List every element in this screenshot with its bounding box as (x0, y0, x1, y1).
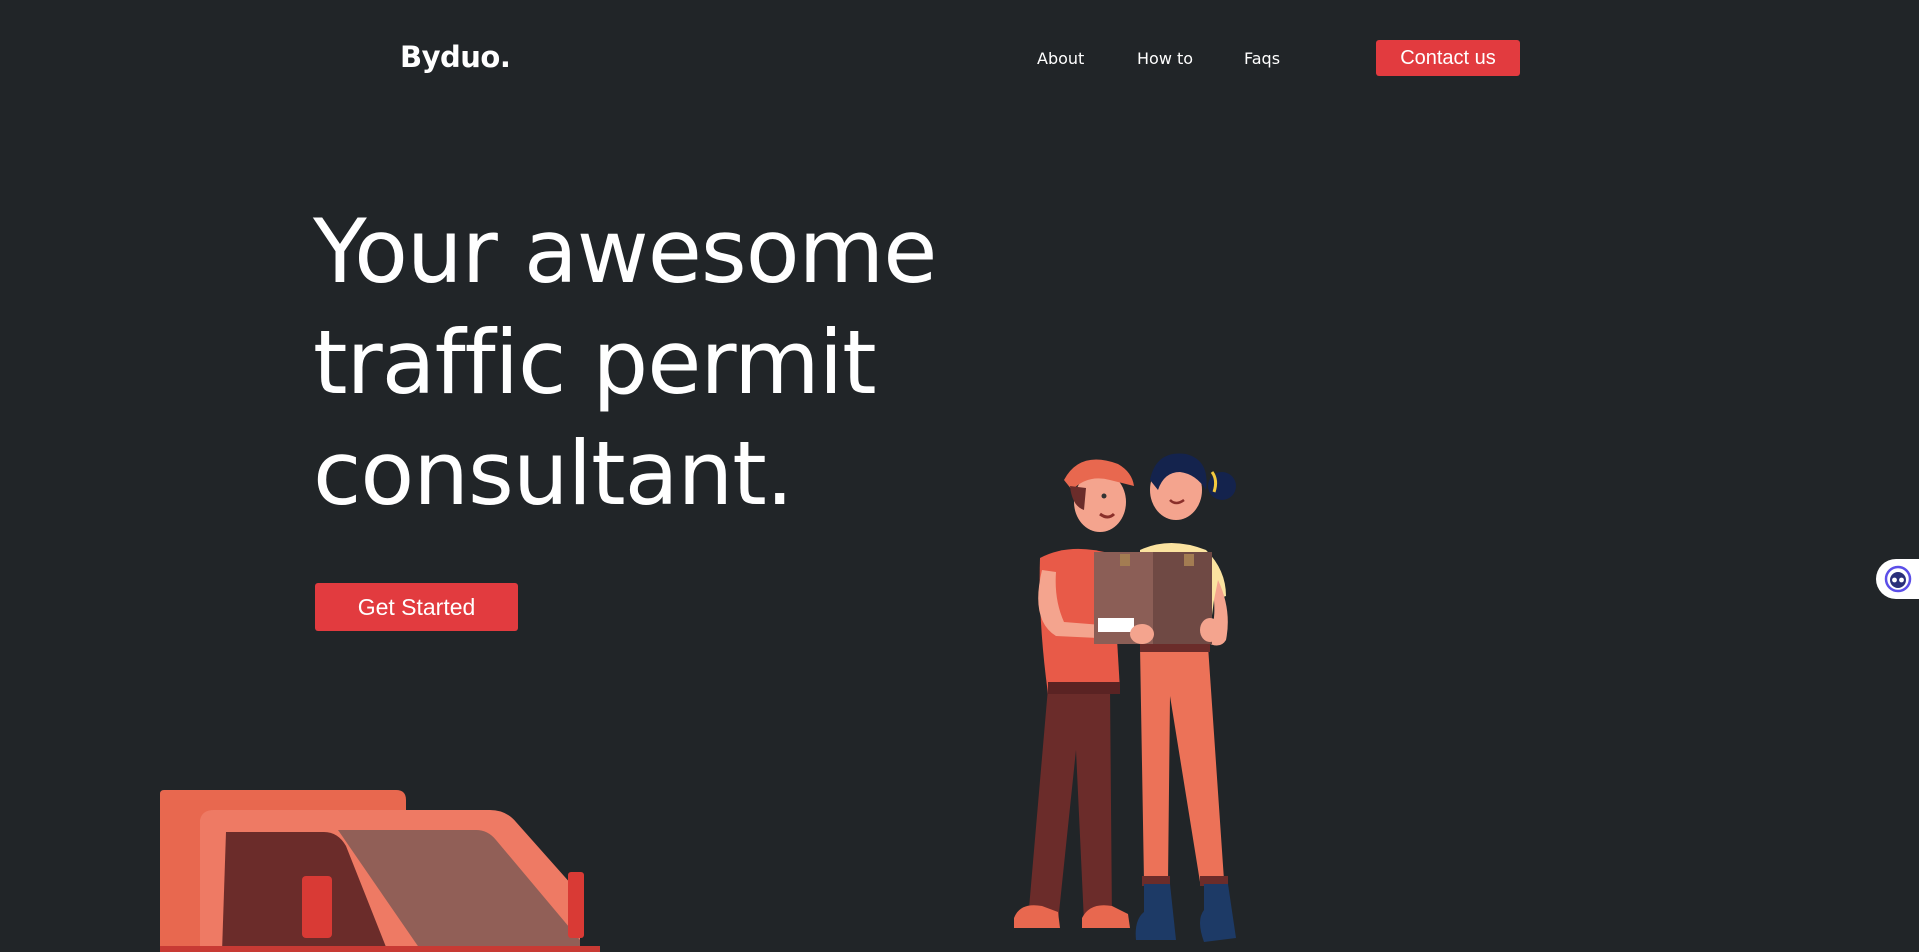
contact-us-button[interactable]: Contact us (1376, 40, 1520, 76)
get-started-button[interactable]: Get Started (315, 583, 518, 631)
delivery-people-illustration (1014, 453, 1236, 942)
chat-widget-button[interactable] (1876, 559, 1919, 599)
nav-link-about[interactable]: About (1037, 49, 1084, 68)
hero-title-line-3: consultant. (313, 422, 794, 525)
chat-bot-icon (1884, 565, 1912, 593)
nav-link-how-to[interactable]: How to (1137, 49, 1193, 68)
truck-illustration (160, 790, 600, 952)
site-logo[interactable]: Byduo. (400, 40, 511, 74)
hero-title: Your awesome traffic permit consultant. (313, 196, 1013, 529)
hero-title-line-2: traffic permit (313, 311, 877, 414)
nav-link-faqs[interactable]: Faqs (1244, 49, 1280, 68)
hero-title-line-1: Your awesome (313, 200, 937, 303)
